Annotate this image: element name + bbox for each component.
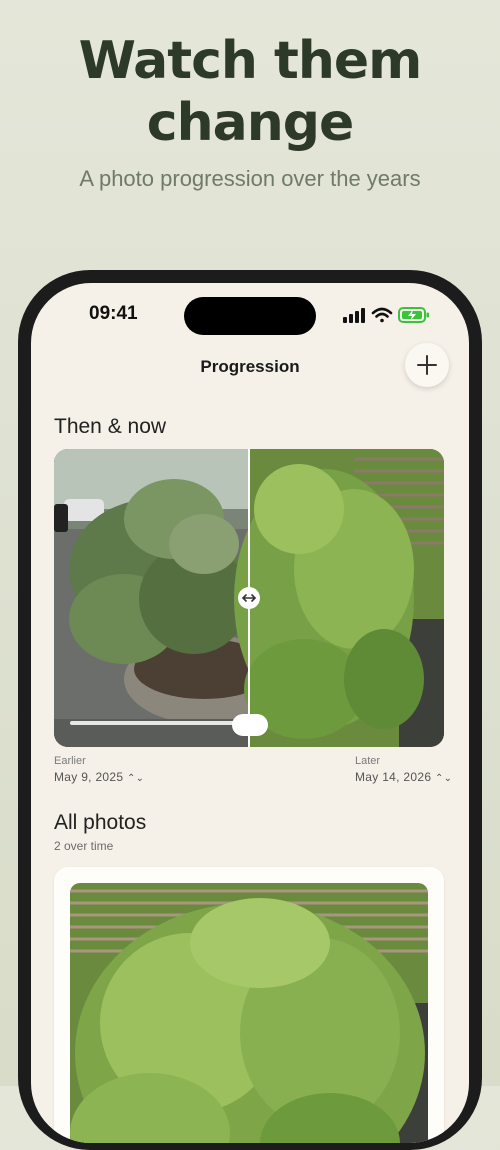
headline-line-1: Watch them bbox=[78, 31, 423, 91]
later-date-picker[interactable]: Later May 14, 2026 ⌃⌄ bbox=[355, 755, 452, 784]
signal-icon bbox=[343, 308, 365, 323]
earlier-date: May 9, 2025 bbox=[54, 770, 124, 784]
before-after-comparison[interactable] bbox=[54, 449, 444, 747]
phone-screen: 09:41 Progression Then & now Earlier May… bbox=[31, 283, 469, 1143]
later-date: May 14, 2026 bbox=[355, 770, 432, 784]
later-photo bbox=[234, 449, 444, 747]
phone-frame: 09:41 Progression Then & now Earlier May… bbox=[18, 270, 482, 1150]
add-photo-button[interactable] bbox=[405, 343, 449, 387]
earlier-label: Earlier bbox=[54, 755, 86, 767]
nav-title: Progression bbox=[200, 357, 300, 376]
status-icons bbox=[341, 305, 451, 325]
comparison-slider-handle bbox=[238, 587, 260, 609]
headline-line-2: change bbox=[146, 93, 354, 153]
wifi-icon bbox=[371, 307, 393, 323]
dynamic-island bbox=[184, 297, 316, 335]
status-time: 09:41 bbox=[89, 303, 138, 324]
promo-headline: Watch them change bbox=[0, 30, 500, 154]
photo-thumbnail[interactable] bbox=[70, 883, 428, 1143]
battery-charging-icon bbox=[398, 307, 429, 323]
earlier-date-picker[interactable]: Earlier May 9, 2025 ⌃⌄ bbox=[54, 755, 144, 784]
chevron-up-down-icon: ⌃⌄ bbox=[126, 773, 145, 784]
all-photos-title: All photos bbox=[54, 811, 147, 834]
then-now-title: Then & now bbox=[54, 415, 167, 438]
later-label: Later bbox=[355, 755, 381, 767]
plus-icon bbox=[417, 355, 437, 375]
chevron-up-down-icon: ⌃⌄ bbox=[434, 773, 453, 784]
promo-subheadline: A photo progression over the years bbox=[79, 166, 421, 191]
photo-card[interactable] bbox=[54, 867, 444, 1143]
photo-count: 2 over time bbox=[54, 839, 114, 853]
